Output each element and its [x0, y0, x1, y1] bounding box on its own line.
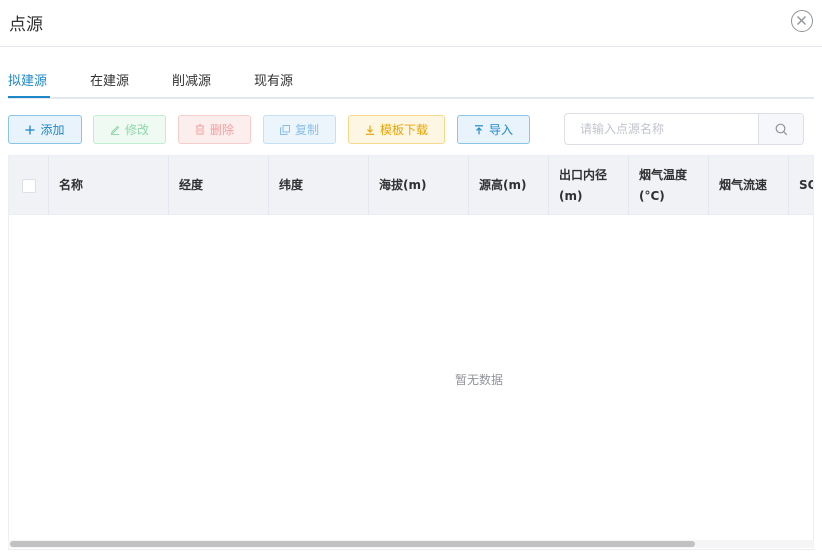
- copy-button[interactable]: 复制: [263, 115, 336, 144]
- column-header[interactable]: 海拔(m): [369, 156, 469, 215]
- column-header[interactable]: 出口内径(m): [549, 156, 629, 215]
- copy-button-label: 复制: [294, 123, 319, 137]
- search-input[interactable]: [565, 114, 759, 144]
- delete-button[interactable]: 删除: [178, 115, 251, 144]
- select-all-cell: [9, 156, 49, 215]
- scrollbar-thumb[interactable]: [10, 541, 695, 547]
- column-header[interactable]: 烟气流速: [709, 156, 789, 215]
- search-icon: [775, 123, 788, 136]
- close-button[interactable]: [791, 10, 813, 32]
- close-icon: [797, 16, 806, 25]
- column-header[interactable]: 纬度: [269, 156, 369, 215]
- upload-icon: [474, 124, 483, 134]
- column-header[interactable]: 名称: [49, 156, 169, 215]
- pencil-icon: [110, 125, 120, 135]
- table-header: 名称 经度 纬度 海拔(m) 源高(m) 出口内径(m) 烟气温度(°C) 烟气…: [9, 156, 813, 215]
- tab-existing[interactable]: 现有源: [254, 70, 293, 89]
- tab-proposed[interactable]: 拟建源: [8, 70, 47, 89]
- import-button-label: 导入: [488, 123, 513, 137]
- template-download-button[interactable]: 模板下载: [348, 115, 445, 144]
- copy-icon: [279, 124, 290, 135]
- edit-button-label: 修改: [124, 123, 149, 137]
- empty-state-text: 暂无数据: [454, 373, 503, 387]
- delete-button-label: 删除: [209, 123, 234, 137]
- active-tab-indicator: [8, 96, 50, 98]
- horizontal-scrollbar[interactable]: [8, 540, 814, 548]
- tab-under-construction[interactable]: 在建源: [90, 70, 129, 89]
- trash-icon: [195, 124, 204, 135]
- download-icon: [365, 125, 374, 135]
- add-button[interactable]: 添加: [8, 115, 82, 144]
- plus-icon: [25, 125, 35, 134]
- source-type-tabs: 拟建源 在建源 削减源 现有源: [8, 60, 814, 99]
- column-header[interactable]: 经度: [169, 156, 269, 215]
- template-download-label: 模板下载: [379, 123, 428, 137]
- search-button[interactable]: [758, 114, 803, 144]
- dialog-header: 点源: [0, 0, 822, 47]
- select-all-checkbox[interactable]: [22, 178, 36, 193]
- edit-button[interactable]: 修改: [93, 115, 166, 144]
- tab-reduced[interactable]: 削减源: [172, 70, 211, 89]
- add-button-label: 添加: [40, 123, 65, 137]
- search-box: [564, 113, 804, 145]
- column-header[interactable]: 烟气温度(°C): [629, 156, 709, 215]
- dialog-title: 点源: [9, 15, 43, 35]
- import-button[interactable]: 导入: [457, 115, 530, 144]
- column-header[interactable]: SO: [789, 156, 813, 215]
- column-header[interactable]: 源高(m): [469, 156, 549, 215]
- point-source-table: 名称 经度 纬度 海拔(m) 源高(m) 出口内径(m) 烟气温度(°C) 烟气…: [8, 155, 814, 550]
